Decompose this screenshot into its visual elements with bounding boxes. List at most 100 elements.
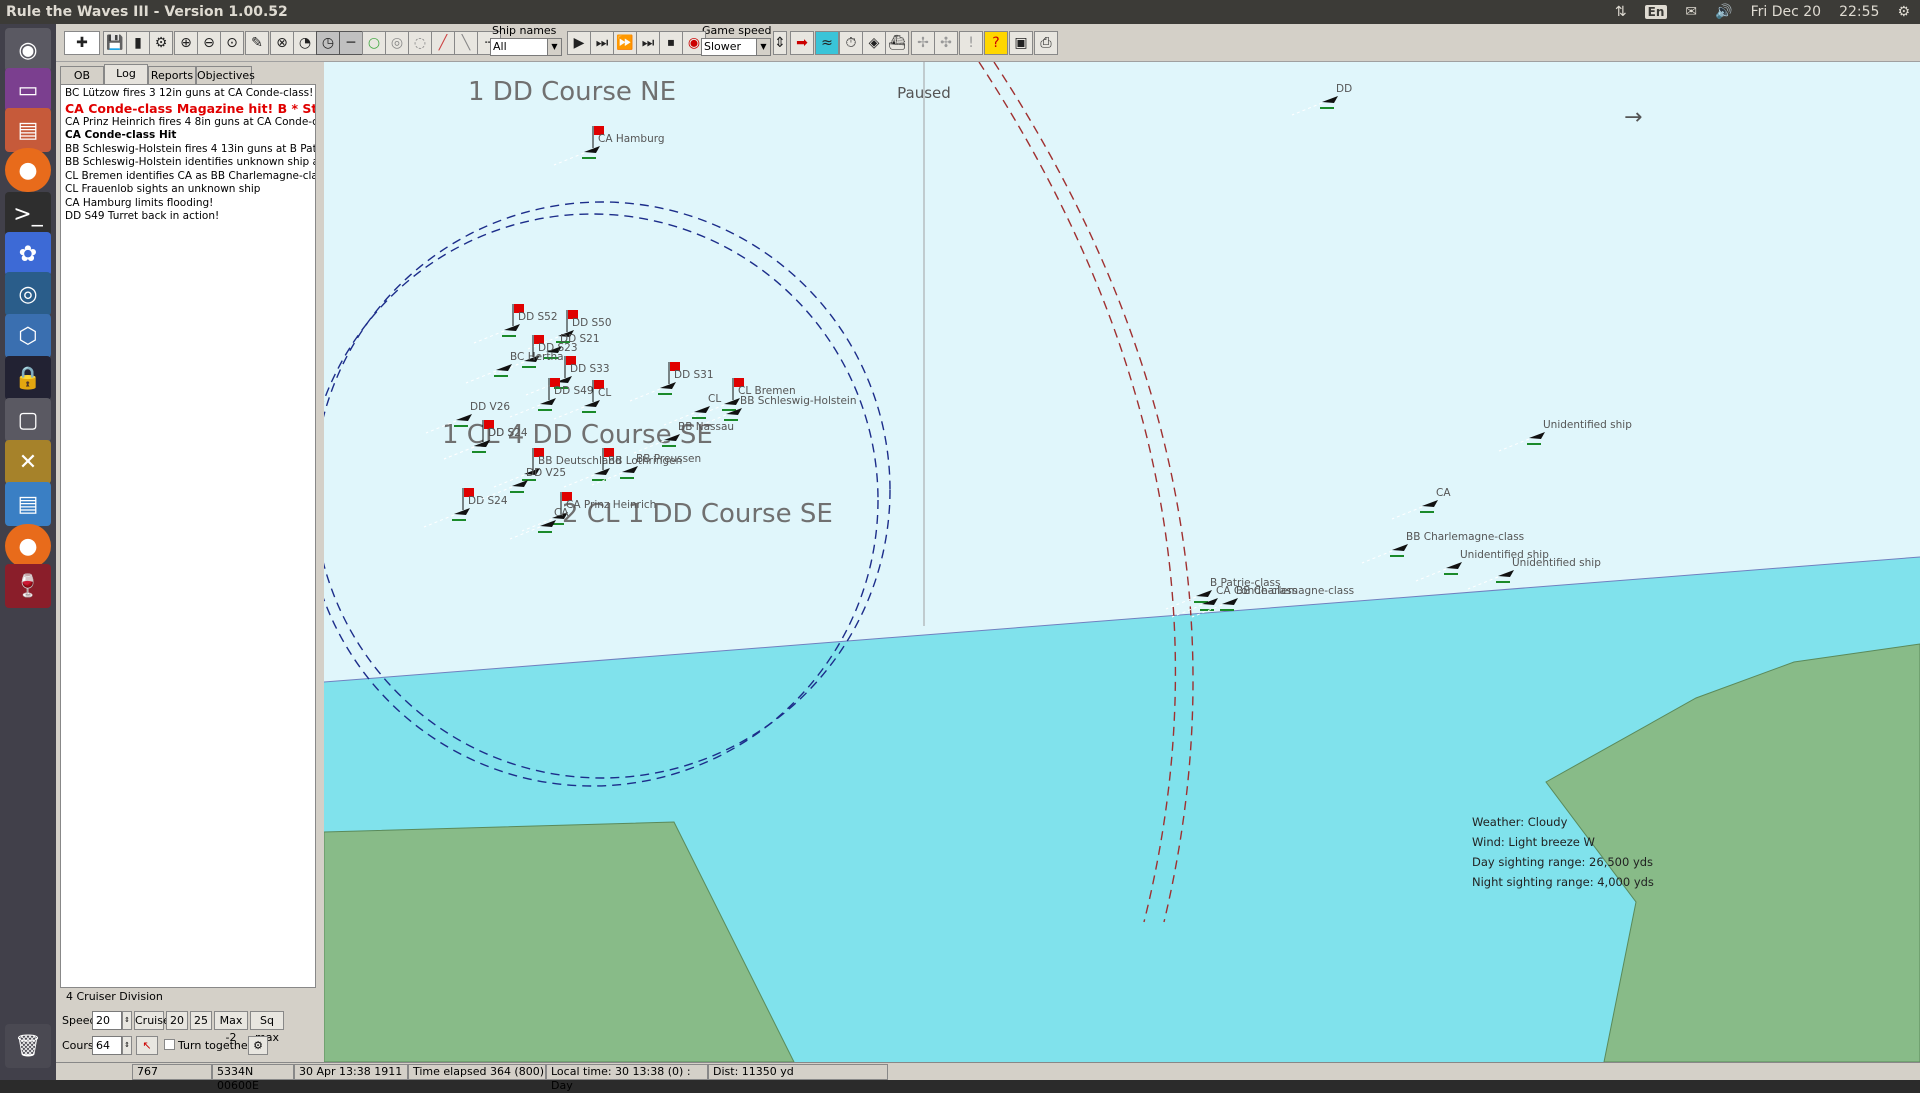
stopwatch-icon[interactable]: ⏱ xyxy=(839,31,863,55)
chevron-down-icon: ▼ xyxy=(756,39,770,55)
map-svg[interactable]: Paused → 1 DD Course NE 1 CL 4 DD Course… xyxy=(324,62,1920,1062)
settings-icon[interactable]: ⚙ xyxy=(149,31,173,55)
tab-ob[interactable]: OB xyxy=(60,66,104,84)
course-value: 64 xyxy=(96,1039,110,1052)
formation-icon[interactable]: ✢ xyxy=(911,31,935,55)
terminal-icon[interactable]: >_ xyxy=(5,192,51,236)
group-label[interactable]: 1 DD Course NE xyxy=(468,77,676,107)
speed-25-button[interactable]: 25 xyxy=(190,1011,212,1030)
ship-names-select[interactable]: All ▼ xyxy=(490,38,562,56)
bearing-line-icon[interactable]: ╲ xyxy=(454,31,478,55)
sea-view-icon[interactable]: ≈ xyxy=(815,31,839,55)
firefox-alt-icon[interactable]: ● xyxy=(5,524,51,568)
fast-icon[interactable]: ⏩ xyxy=(613,31,637,55)
arrow-right-icon[interactable]: ➡ xyxy=(790,31,814,55)
tab-log[interactable]: Log xyxy=(104,64,148,84)
max-2-button[interactable]: Max -2 xyxy=(214,1011,248,1044)
app-window-icon[interactable]: ▢ xyxy=(5,398,51,442)
turn-together-label: Turn together xyxy=(178,1039,253,1052)
toolbar: ✚ 💾 ▮ ⚙ ⊕ ⊖ ⊙ ✎ ⊗ ◔ ◷ ─ ○ ◎ ◌ ╱ ╲ ┄ Ship… xyxy=(56,24,1920,62)
pointer-icon[interactable]: ↖ xyxy=(136,1036,158,1055)
tactical-map[interactable]: Paused → 1 DD Course NE 1 CL 4 DD Course… xyxy=(324,62,1920,1062)
ship-label: CA xyxy=(554,507,569,519)
brush-icon[interactable]: ✎ xyxy=(245,31,269,55)
writer-icon[interactable]: ▤ xyxy=(5,482,51,526)
speed-20-button[interactable]: 20 xyxy=(166,1011,188,1030)
files-window-icon[interactable]: ▭ xyxy=(5,68,51,112)
game-speed-select[interactable]: Slower ▼ xyxy=(701,38,771,56)
dash-home-icon[interactable]: ◉ xyxy=(5,28,51,72)
sq-max-button[interactable]: Sq max xyxy=(250,1011,284,1044)
stop-icon[interactable]: ⏹ xyxy=(659,31,683,55)
chevron-down-icon: ▼ xyxy=(547,39,561,55)
eraser-icon[interactable]: ◈ xyxy=(862,31,886,55)
ship-label: CA Hamburg xyxy=(598,133,665,145)
network-icon[interactable]: ⇅ xyxy=(1615,4,1627,20)
settings-gear-icon[interactable]: ⚙ xyxy=(1897,4,1910,20)
range-circle2-icon[interactable]: ◎ xyxy=(385,31,409,55)
file-manager-icon[interactable]: ▤ xyxy=(5,108,51,152)
status-bar: 767 5334N 00600E 30 Apr 13:38 1911 Time … xyxy=(56,1062,1920,1092)
wine-icon[interactable]: 🍷 xyxy=(5,564,51,608)
window-title: Rule the Waves III - Version 1.00.52 xyxy=(6,4,288,20)
ship-icon[interactable]: ⛴ xyxy=(885,31,909,55)
cruise-button[interactable]: Cruise xyxy=(134,1011,170,1030)
keyboard-language[interactable]: En xyxy=(1644,5,1668,19)
steam-icon[interactable]: ◎ xyxy=(5,272,51,316)
tab-objectives[interactable]: Objectives xyxy=(196,66,255,84)
dosbox-icon[interactable]: ✕ xyxy=(5,440,51,484)
ship-names-value: All xyxy=(493,40,507,53)
virtualbox-icon[interactable]: ⬡ xyxy=(5,314,51,358)
formation2-icon[interactable]: ✣ xyxy=(934,31,958,55)
compass-icon[interactable]: ◔ xyxy=(293,31,317,55)
left-panel: OB Log Reports Objectives BC Lützow fire… xyxy=(58,64,320,1064)
app-window: ✚ 💾 ▮ ⚙ ⊕ ⊖ ⊙ ✎ ⊗ ◔ ◷ ─ ○ ◎ ◌ ╱ ╲ ┄ Ship… xyxy=(56,24,1920,1092)
ship-label: CL xyxy=(598,387,611,399)
zoom-out-icon[interactable]: ⊖ xyxy=(197,31,221,55)
tab-reports[interactable]: Reports xyxy=(148,66,196,84)
faster-icon[interactable]: ⏭ xyxy=(636,31,660,55)
ship-label: Unidentified ship xyxy=(1543,419,1632,431)
volume-icon[interactable]: 🔊 xyxy=(1715,4,1732,20)
info-disabled-icon[interactable]: ! xyxy=(959,31,983,55)
book-icon[interactable]: ▮ xyxy=(126,31,150,55)
lock-icon[interactable]: 🔒 xyxy=(5,356,51,400)
ship-label: BB Nassau xyxy=(678,421,734,433)
course-input[interactable]: 64 xyxy=(92,1036,122,1055)
status-cell: Local time: 30 13:38 (0) : Day xyxy=(546,1064,708,1092)
range-circle3-icon[interactable]: ◌ xyxy=(408,31,432,55)
save-icon[interactable]: 💾 xyxy=(103,31,127,55)
mail-icon[interactable]: ✉ xyxy=(1685,4,1697,20)
flag-icon[interactable]: ✚ xyxy=(64,31,100,55)
lock-target-icon[interactable]: ⊗ xyxy=(270,31,294,55)
zoom-fit-icon[interactable]: ⊙ xyxy=(220,31,244,55)
clock-icon[interactable]: ◷ xyxy=(316,31,340,55)
screenshot-icon[interactable]: ▣ xyxy=(1009,31,1033,55)
torpedo-line-icon[interactable]: ╱ xyxy=(431,31,455,55)
ship-label: BB Charlemagne-class xyxy=(1236,585,1354,597)
status-cell: 5334N 00600E xyxy=(212,1064,294,1092)
date-display[interactable]: Fri Dec 20 xyxy=(1751,4,1822,20)
color-app-icon[interactable]: ✿ xyxy=(5,232,51,276)
left-tabs: OB Log Reports Objectives xyxy=(60,64,255,84)
trash-icon[interactable]: 🗑 xyxy=(5,1024,51,1068)
firefox-icon[interactable]: ● xyxy=(5,148,51,192)
range-circle-icon[interactable]: ○ xyxy=(362,31,386,55)
print-icon[interactable]: ⎙ xyxy=(1034,31,1058,55)
play-icon[interactable]: ▶ xyxy=(567,31,591,55)
arrow-east-icon: → xyxy=(1624,105,1642,130)
zoom-in-icon[interactable]: ⊕ xyxy=(174,31,198,55)
speed-stepper-icon[interactable]: ⇕ xyxy=(122,1011,132,1030)
line-icon[interactable]: ─ xyxy=(339,31,363,55)
options-gear-icon[interactable]: ⚙ xyxy=(248,1036,268,1055)
turn-together-checkbox[interactable] xyxy=(164,1039,175,1050)
step-icon[interactable]: ⏭ xyxy=(590,31,614,55)
battle-log[interactable]: BC Lützow fires 3 12in guns at CA Conde-… xyxy=(60,84,316,988)
speed-spinner-icon[interactable]: ⇕ xyxy=(773,31,787,55)
speed-input[interactable]: 20 xyxy=(92,1011,122,1030)
help-icon[interactable]: ? xyxy=(984,31,1008,55)
clock-display[interactable]: 22:55 xyxy=(1839,4,1879,20)
course-stepper-icon[interactable]: ⇕ xyxy=(122,1036,132,1055)
ship-label: CL xyxy=(708,393,721,405)
weather-line: Wind: Light breeze W xyxy=(1472,835,1595,849)
